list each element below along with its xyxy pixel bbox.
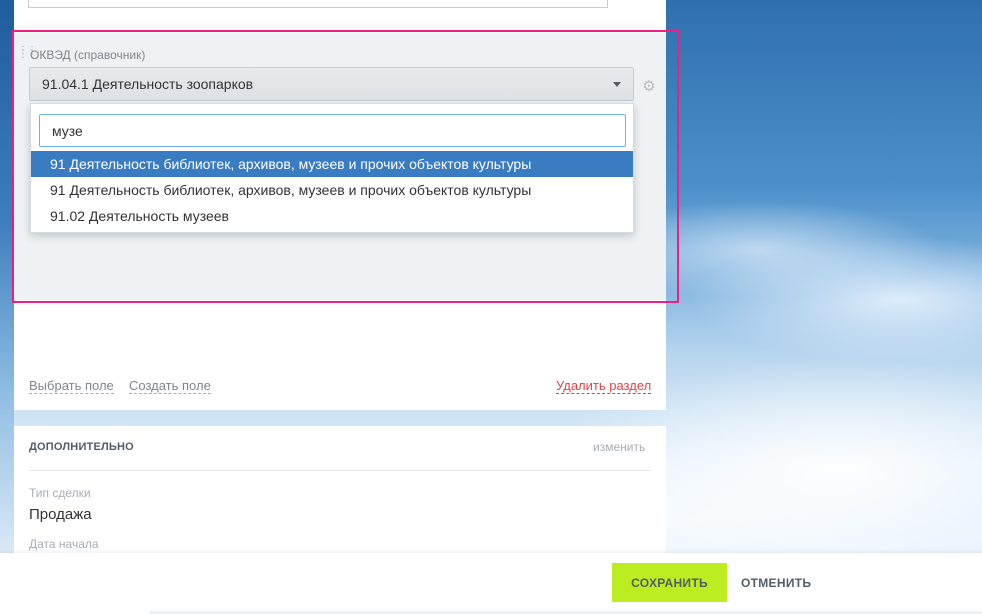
create-field-link[interactable]: Создать поле xyxy=(129,378,211,394)
divider xyxy=(29,470,651,471)
save-button[interactable]: СОХРАНИТЬ xyxy=(612,563,727,602)
delete-section-link[interactable]: Удалить раздел xyxy=(556,378,652,394)
start-date-label: Дата начала xyxy=(29,537,99,551)
edit-section-link[interactable]: изменить xyxy=(593,440,645,454)
previous-field-input[interactable] xyxy=(28,0,608,8)
footer-bar: СОХРАНИТЬ ОТМЕНИТЬ xyxy=(0,553,982,614)
select-field-link[interactable]: Выбрать поле xyxy=(29,378,114,394)
highlight-frame xyxy=(12,30,679,303)
deal-type-value: Продажа xyxy=(29,506,92,523)
deal-type-label: Тип сделки xyxy=(29,486,91,500)
section-title: ДОПОЛНИТЕЛЬНО xyxy=(29,441,134,453)
cancel-button[interactable]: ОТМЕНИТЬ xyxy=(741,576,811,590)
